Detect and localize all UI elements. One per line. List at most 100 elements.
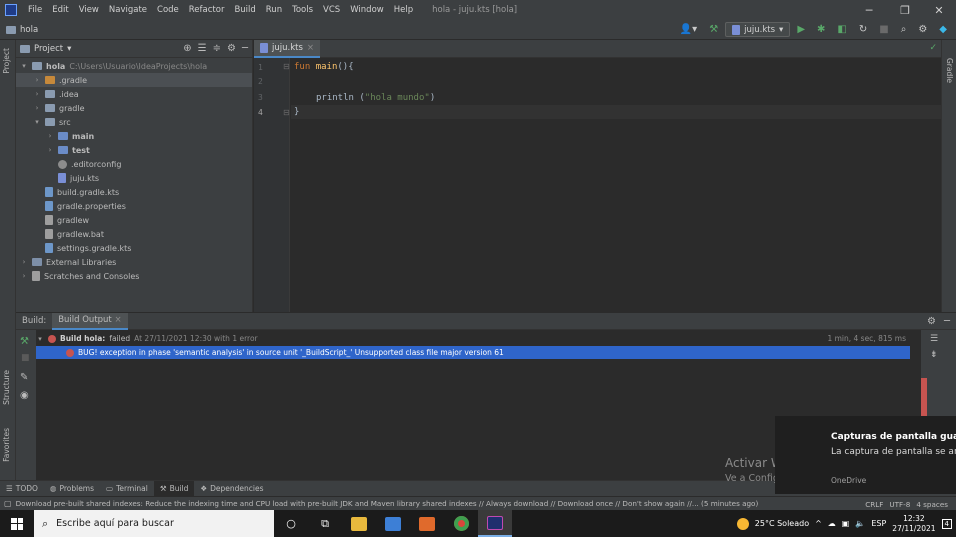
toolwindow-dependencies[interactable]: ❖ Dependencies [194, 481, 269, 497]
hammer-icon[interactable]: ⚒ [704, 24, 723, 35]
gear-icon[interactable]: ⚙ [913, 24, 932, 35]
hammer-icon[interactable]: ⚒ [20, 336, 29, 347]
profile-icon[interactable]: ↻ [854, 24, 872, 35]
minimize-icon[interactable]: ─ [852, 0, 886, 20]
file-encoding[interactable]: UTF-8 [889, 500, 910, 509]
chevron-icon[interactable]: › [33, 90, 41, 98]
menu-run[interactable]: Run [261, 5, 287, 15]
task-view-icon[interactable]: ⧉ [308, 510, 342, 537]
run-icon[interactable]: ▶ [792, 24, 810, 35]
menu-build[interactable]: Build [229, 5, 260, 15]
line-separator[interactable]: CRLF [865, 500, 883, 509]
stop-icon[interactable]: ■ [874, 24, 893, 35]
coverage-icon[interactable]: ◧ [832, 24, 851, 35]
build-error-row[interactable]: BUG! exception in phase 'semantic analys… [36, 346, 910, 359]
menu-refactor[interactable]: Refactor [184, 5, 230, 15]
jetbrains-toolbox-icon[interactable]: ◆ [934, 24, 952, 35]
menu-tools[interactable]: Tools [287, 5, 318, 15]
chevron-icon[interactable]: ▾ [20, 62, 28, 70]
menu-vcs[interactable]: VCS [318, 5, 345, 15]
gradle-tool-tab[interactable]: Gradle [945, 58, 954, 83]
pin-icon[interactable]: ✎ [20, 372, 28, 383]
tree-item[interactable]: ▾ hola C:\Users\Usuario\IdeaProjects\hola [16, 59, 252, 73]
tree-item[interactable]: gradlew.bat [16, 227, 252, 241]
menu-navigate[interactable]: Navigate [104, 5, 152, 15]
chevron-icon[interactable]: › [33, 104, 41, 112]
menu-code[interactable]: Code [152, 5, 184, 15]
close-tab-icon[interactable]: × [307, 43, 314, 53]
chevron-icon[interactable]: › [20, 272, 28, 280]
cortana-icon[interactable]: ○ [274, 510, 308, 537]
tree-item[interactable]: ▾ src [16, 115, 252, 129]
fold-icon[interactable]: ⊟ [283, 62, 290, 71]
tree-item[interactable]: juju.kts [16, 171, 252, 185]
soft-wrap-icon[interactable]: ☰ [930, 334, 938, 344]
gear-icon[interactable]: ⚙ [227, 43, 236, 54]
toolwindow-todo[interactable]: ☰ TODO [0, 481, 44, 497]
breadcrumb[interactable]: hola [6, 25, 38, 35]
taskbar-search[interactable]: ⌕ Escribe aquí para buscar [34, 510, 274, 537]
tree-item[interactable]: gradle.properties [16, 199, 252, 213]
chevron-down-icon[interactable]: ▾ [67, 44, 71, 54]
project-tool-tab[interactable]: Project [2, 48, 11, 74]
favorites-tool-tab[interactable]: Favorites [2, 428, 11, 462]
menu-file[interactable]: File [23, 5, 47, 15]
weather-text[interactable]: 25°C Soleado [755, 519, 809, 528]
tree-item[interactable]: build.gradle.kts [16, 185, 252, 199]
close-tab-icon[interactable]: × [114, 315, 121, 325]
menu-window[interactable]: Window [345, 5, 389, 15]
intellij-taskbar-icon[interactable] [478, 510, 512, 537]
tree-item[interactable]: › gradle [16, 101, 252, 115]
notification-icon[interactable]: ▢ [4, 499, 12, 508]
scroll-to-end-icon[interactable]: ⇟ [930, 350, 938, 360]
status-message[interactable]: Download pre-built shared indexes: Reduc… [16, 499, 759, 508]
tree-item[interactable]: settings.gradle.kts [16, 241, 252, 255]
eye-icon[interactable]: ◉ [20, 390, 29, 401]
menu-view[interactable]: View [74, 5, 104, 15]
hide-icon[interactable]: ─ [242, 43, 248, 54]
menu-help[interactable]: Help [389, 5, 418, 15]
clock[interactable]: 12:32 27/11/2021 [892, 514, 935, 534]
expand-all-icon[interactable]: ☰ [198, 43, 207, 54]
search-icon[interactable]: ⌕ [896, 24, 912, 35]
debug-icon[interactable]: ✱ [812, 24, 830, 35]
fold-icon[interactable]: ⊟ [283, 108, 290, 117]
tree-item[interactable]: › .idea [16, 87, 252, 101]
tree-item[interactable]: › .gradle [16, 73, 252, 87]
chevron-icon[interactable]: › [46, 146, 54, 154]
toolwindow-problems[interactable]: ◍ Problems [44, 481, 100, 497]
start-button[interactable] [0, 510, 34, 537]
office-app-icon[interactable] [410, 510, 444, 537]
project-panel-title[interactable]: Project [34, 44, 63, 54]
run-configuration-select[interactable]: juju.kts ▾ [725, 22, 791, 37]
tree-item[interactable]: .editorconfig [16, 157, 252, 171]
stop-icon[interactable]: ■ [21, 353, 30, 363]
language-indicator[interactable]: ESP [871, 519, 886, 528]
editor-tab-juju[interactable]: juju.kts × [254, 39, 321, 58]
chevron-icon[interactable]: › [46, 132, 54, 140]
volume-icon[interactable]: 🔈 [855, 519, 865, 528]
tree-item[interactable]: gradlew [16, 213, 252, 227]
chevron-icon[interactable]: ▾ [33, 118, 41, 126]
chrome-icon[interactable] [444, 510, 478, 537]
tree-item[interactable]: › External Libraries [16, 255, 252, 269]
people-icon[interactable]: ☁ [828, 519, 836, 528]
toolwindow-build[interactable]: ⚒ Build [153, 480, 195, 497]
menu-edit[interactable]: Edit [47, 5, 73, 15]
tree-item[interactable]: › main [16, 129, 252, 143]
collapse-all-icon[interactable]: ≑ [213, 43, 221, 54]
gear-icon[interactable]: ⚙ [927, 316, 936, 327]
onedrive-notification[interactable]: Capturas de pantalla guar La captura de … [775, 416, 956, 494]
breadcrumb-project[interactable]: hola [20, 25, 38, 35]
code-editor[interactable]: fun main(){ println ("hola mundo") } [291, 58, 941, 312]
toolwindow-terminal[interactable]: ▭ Terminal [100, 481, 154, 497]
tree-item[interactable]: › Scratches and Consoles [16, 269, 252, 283]
hide-icon[interactable]: ─ [944, 316, 950, 327]
close-icon[interactable]: ✕ [922, 0, 956, 20]
tab-build-output[interactable]: Build Output × [52, 312, 128, 330]
chevron-icon[interactable]: › [20, 258, 28, 266]
chevron-icon[interactable]: › [33, 76, 41, 84]
chevron-down-icon[interactable]: ▾ [36, 335, 44, 343]
network-icon[interactable]: ▣ [842, 519, 850, 528]
notification-center-icon[interactable]: 4 [941, 518, 952, 529]
